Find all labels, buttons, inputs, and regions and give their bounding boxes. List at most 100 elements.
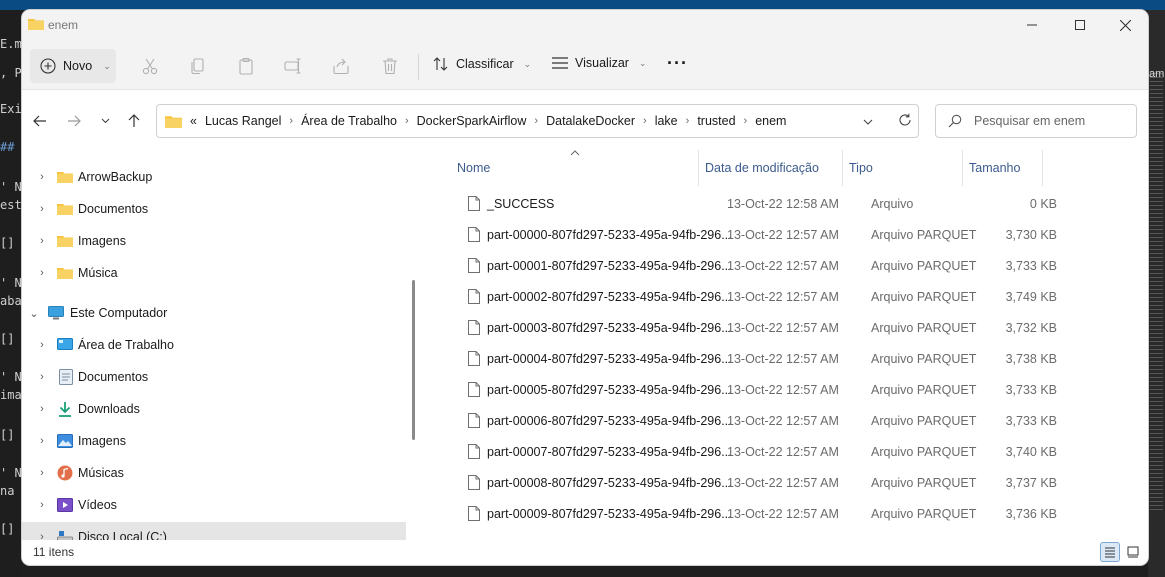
column-header-type[interactable]: Tipo	[849, 150, 873, 186]
folder-icon	[28, 19, 44, 30]
rename-icon[interactable]	[283, 56, 303, 76]
file-name: part-00009-807fd297-5233-495a-94fb-296..…	[487, 506, 732, 521]
details-view-button[interactable]	[1100, 542, 1120, 562]
sidebar-item-imagens[interactable]: › Imagens	[22, 226, 406, 256]
sidebar-item-area-de-trabalho[interactable]: › Área de Trabalho	[22, 330, 406, 360]
table-row[interactable]: part-00007-807fd297-5233-495a-94fb-296..…	[422, 436, 1148, 467]
more-options-button[interactable]: ···	[667, 53, 688, 74]
chevron-right-icon[interactable]: ›	[36, 403, 48, 415]
sidebar-item-imagens-pc[interactable]: › Imagens	[22, 426, 406, 456]
chevron-right-icon[interactable]: ›	[36, 371, 48, 383]
pictures-icon	[57, 434, 73, 448]
column-divider[interactable]	[842, 150, 843, 186]
sidebar-item-videos[interactable]: › Vídeos	[22, 490, 406, 520]
breadcrumb-user[interactable]: Lucas Rangel	[205, 114, 281, 128]
maximize-button[interactable]	[1057, 10, 1103, 40]
chevron-right-icon[interactable]: ›	[36, 171, 48, 183]
back-button[interactable]	[30, 111, 50, 131]
sidebar-item-label: Área de Trabalho	[78, 338, 174, 352]
breadcrumb-dockersparkairflow[interactable]: DockerSparkAirflow	[417, 114, 527, 128]
column-divider[interactable]	[1042, 150, 1043, 186]
refresh-button[interactable]	[898, 113, 912, 130]
chevron-right-icon[interactable]: ›	[643, 115, 647, 127]
new-button[interactable]: Novo ⌄	[30, 49, 116, 83]
column-divider[interactable]	[698, 150, 699, 186]
title-bar[interactable]: enem	[22, 10, 1148, 44]
up-button[interactable]	[124, 111, 144, 131]
sidebar-scrollbar[interactable]	[412, 280, 415, 440]
videos-icon	[57, 498, 73, 512]
sidebar-item-musica[interactable]: › Música	[22, 258, 406, 288]
breadcrumb-datalakedocker[interactable]: DatalakeDocker	[546, 114, 635, 128]
forward-button[interactable]	[64, 111, 84, 131]
chevron-right-icon[interactable]: ›	[36, 203, 48, 215]
chevron-right-icon[interactable]: ›	[36, 499, 48, 511]
table-row[interactable]: part-00004-807fd297-5233-495a-94fb-296..…	[422, 343, 1148, 374]
table-row[interactable]: part-00006-807fd297-5233-495a-94fb-296..…	[422, 405, 1148, 436]
file-list: Nome Data de modificação Tipo Tamanho _S…	[422, 150, 1148, 540]
sidebar-item-documentos[interactable]: › Documentos	[22, 194, 406, 224]
arrow-up-icon	[128, 114, 140, 127]
sort-ascending-icon	[570, 148, 580, 159]
minimize-button[interactable]	[1009, 10, 1055, 40]
share-icon[interactable]	[331, 56, 351, 76]
recent-locations-button[interactable]	[95, 111, 115, 131]
breadcrumb-trusted[interactable]: trusted	[697, 114, 735, 128]
sidebar-item-este-computador[interactable]: ⌄ Este Computador	[22, 298, 406, 328]
search-input[interactable]: Pesquisar em enem	[935, 104, 1137, 138]
file-name: part-00007-807fd297-5233-495a-94fb-296..…	[487, 444, 732, 459]
chevron-right-icon[interactable]: ›	[744, 115, 748, 127]
table-row[interactable]: part-00000-807fd297-5233-495a-94fb-296..…	[422, 219, 1148, 250]
column-divider[interactable]	[962, 150, 963, 186]
chevron-down-icon[interactable]: ⌄	[28, 307, 40, 320]
copy-icon[interactable]	[188, 56, 208, 76]
sidebar-item-musicas[interactable]: › Músicas	[22, 458, 406, 488]
chevron-right-icon[interactable]: ›	[36, 235, 48, 247]
breadcrumb-desktop[interactable]: Área de Trabalho	[301, 114, 397, 128]
sidebar-item-arrowbackup[interactable]: › ArrowBackup	[22, 162, 406, 192]
new-button-label: Novo	[63, 59, 93, 73]
file-icon	[468, 374, 480, 405]
view-button[interactable]: Visualizar ⌄	[551, 56, 647, 70]
chevron-right-icon[interactable]: ›	[289, 115, 293, 127]
delete-icon[interactable]	[380, 56, 400, 76]
column-header-name[interactable]: Nome	[457, 150, 490, 186]
folder-icon	[57, 268, 73, 279]
sidebar-item-documentos-pc[interactable]: › Documentos	[22, 362, 406, 392]
tiles-view-button[interactable]	[1123, 542, 1143, 562]
more-icon: ···	[667, 53, 688, 73]
table-row[interactable]: part-00001-807fd297-5233-495a-94fb-296..…	[422, 250, 1148, 281]
sidebar-item-label: Documentos	[78, 370, 149, 384]
address-bar[interactable]: « Lucas Rangel › Área de Trabalho › Dock…	[156, 104, 919, 138]
sidebar-item-label: Imagens	[78, 434, 126, 448]
chevron-right-icon[interactable]: ›	[534, 115, 538, 127]
navigation-row: « Lucas Rangel › Área de Trabalho › Dock…	[22, 90, 1148, 150]
table-row[interactable]: _SUCCESS 13-Oct-22 12:58 AM Arquivo 0 KB	[422, 188, 1148, 219]
column-header-modified-label: Data de modificação	[705, 161, 819, 175]
table-row[interactable]: part-00009-807fd297-5233-495a-94fb-296..…	[422, 498, 1148, 529]
table-row[interactable]: part-00003-807fd297-5233-495a-94fb-296..…	[422, 312, 1148, 343]
table-row[interactable]: part-00008-807fd297-5233-495a-94fb-296..…	[422, 467, 1148, 498]
sort-icon	[433, 57, 448, 71]
table-row[interactable]: part-00005-807fd297-5233-495a-94fb-296..…	[422, 374, 1148, 405]
breadcrumb-enem[interactable]: enem	[755, 114, 786, 128]
chevron-down-icon: ⌄	[638, 57, 647, 68]
cut-icon[interactable]	[140, 56, 160, 76]
sort-button[interactable]: Classificar ⌄	[432, 56, 531, 72]
column-header-modified[interactable]: Data de modificação	[705, 150, 819, 186]
chevron-right-icon[interactable]: ›	[405, 115, 409, 127]
search-icon	[948, 114, 962, 128]
close-button[interactable]	[1102, 10, 1148, 40]
table-row[interactable]: part-00002-807fd297-5233-495a-94fb-296..…	[422, 281, 1148, 312]
chevron-right-icon[interactable]: ›	[36, 435, 48, 447]
address-history-button[interactable]	[863, 115, 873, 129]
breadcrumb-overflow[interactable]: «	[190, 114, 197, 128]
chevron-right-icon[interactable]: ›	[36, 467, 48, 479]
sidebar-item-downloads[interactable]: › Downloads	[22, 394, 406, 424]
chevron-right-icon[interactable]: ›	[36, 339, 48, 351]
chevron-right-icon[interactable]: ›	[36, 267, 48, 279]
column-header-size[interactable]: Tamanho	[969, 150, 1020, 186]
paste-icon[interactable]	[236, 56, 256, 76]
breadcrumb-lake[interactable]: lake	[655, 114, 678, 128]
chevron-right-icon[interactable]: ›	[686, 115, 690, 127]
